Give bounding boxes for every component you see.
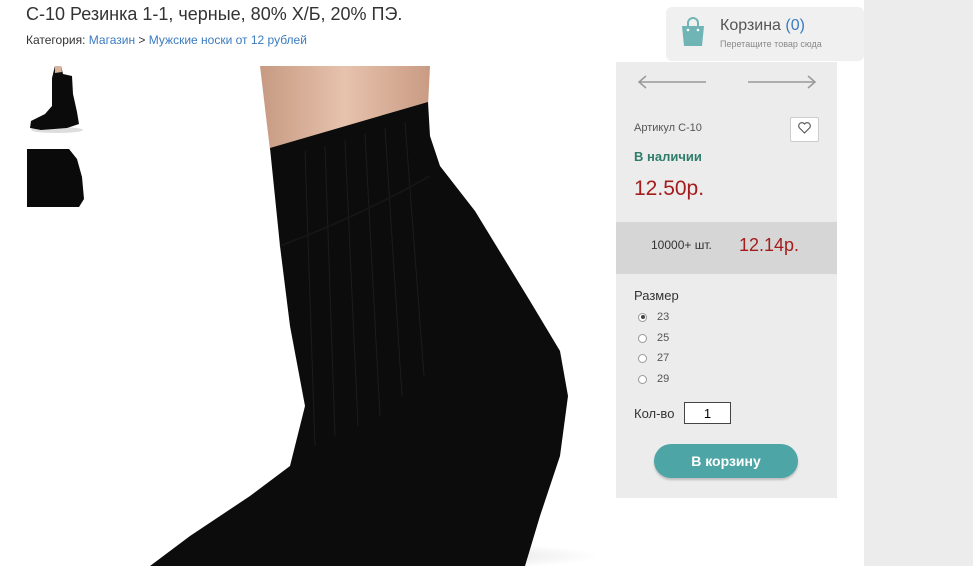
- breadcrumb-link-category[interactable]: Мужские носки от 12 рублей: [149, 33, 307, 47]
- cart-widget[interactable]: Корзина (0) Перетащите товар сюда: [666, 7, 864, 61]
- right-gutter: [864, 0, 973, 566]
- heart-icon: [798, 121, 811, 139]
- bulk-price: 12.14р.: [739, 235, 800, 255]
- cart-title-text: Корзина: [720, 17, 781, 34]
- size-option-label: 23: [657, 311, 670, 323]
- breadcrumb-label: Категория:: [26, 33, 86, 47]
- cart-hint: Перетащите товар сюда: [720, 39, 822, 49]
- wishlist-button[interactable]: [790, 117, 819, 142]
- size-option-23[interactable]: 23: [638, 311, 669, 323]
- size-radio-23[interactable]: [638, 312, 647, 322]
- size-option-label: 27: [657, 352, 670, 364]
- arrow-right-icon[interactable]: [748, 73, 818, 96]
- thumbnail-2[interactable]: [27, 149, 84, 207]
- main-product-image[interactable]: [130, 66, 600, 570]
- size-radio-25[interactable]: [638, 333, 647, 343]
- quantity-label: Кол-во: [634, 406, 675, 421]
- arrow-left-icon[interactable]: [636, 73, 706, 96]
- size-option-label: 25: [657, 332, 670, 344]
- thumbnail-1[interactable]: [27, 66, 84, 134]
- size-option-25[interactable]: 25: [638, 332, 669, 344]
- size-option-29[interactable]: 29: [638, 373, 669, 385]
- product-title: С-10 Резинка 1-1, черные, 80% Х/Б, 20% П…: [26, 4, 403, 24]
- quantity-input[interactable]: [684, 402, 731, 424]
- stock-status: В наличии: [634, 149, 702, 164]
- size-radio-27[interactable]: [638, 353, 647, 363]
- product-panel: Артикул С-10 В наличии 12.50р. 10000+ шт…: [616, 62, 837, 498]
- cart-count: (0): [785, 17, 805, 34]
- product-price: 12.50р.: [634, 177, 705, 200]
- size-radio-29[interactable]: [638, 374, 647, 384]
- add-to-cart-button[interactable]: В корзину: [654, 444, 798, 478]
- size-label: Размер: [634, 288, 679, 303]
- size-option-label: 29: [657, 373, 670, 385]
- breadcrumb-link-shop[interactable]: Магазин: [89, 33, 135, 47]
- bulk-quantity: 10000+ шт.: [651, 238, 712, 252]
- size-option-27[interactable]: 27: [638, 352, 669, 364]
- breadcrumb-separator: >: [138, 33, 146, 47]
- product-sku: Артикул С-10: [634, 122, 702, 134]
- breadcrumb: Категория: Магазин > Мужские носки от 12…: [26, 33, 307, 47]
- shopping-bag-icon: [680, 17, 706, 52]
- cart-title: Корзина (0): [720, 17, 805, 35]
- bulk-price-row: 10000+ шт. 12.14р.: [616, 222, 837, 274]
